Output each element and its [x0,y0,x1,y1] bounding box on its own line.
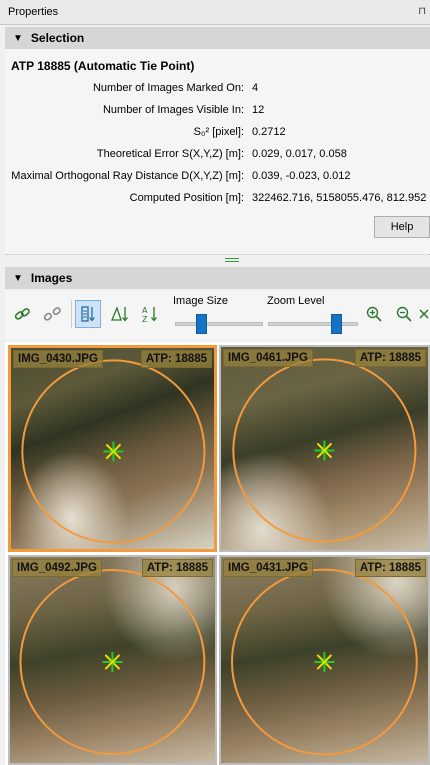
image-tile[interactable]: IMG_0492.JPG ATP: 18885 [8,555,217,765]
window-titlebar: Properties ⊓ [0,0,430,25]
splitter-grip-icon[interactable] [225,258,239,262]
prop-value: 0.2712 [252,126,286,138]
prop-value: 0.029, 0.017, 0.058 [252,148,347,160]
prop-row-images-visible: Number of Images Visible In: 12 [0,102,430,120]
prop-label: S₀² [pixel]: [193,126,244,138]
prop-row-max-ray-distance: Maximal Orthogonal Ray Distance D(X,Y,Z)… [0,168,430,186]
collapse-triangle-icon[interactable]: ▼ [13,33,23,44]
unlink-icon[interactable] [39,300,65,328]
help-button[interactable]: Help [374,216,430,238]
sort-alphabetical-icon[interactable]: AZ [137,300,163,328]
prop-label: Computed Position [m]: [129,192,244,204]
prop-row-images-marked: Number of Images Marked On: 4 [0,80,430,98]
image-size-label: Image Size [173,295,229,307]
zoom-in-icon[interactable] [361,300,387,328]
tie-point-marker-icon[interactable] [102,652,123,672]
zoom-level-label: Zoom Level [267,295,325,307]
panel-splitter[interactable] [5,254,430,263]
atp-label: ATP: 18885 [354,559,426,577]
sort-by-number-icon[interactable] [75,300,101,328]
image-tile[interactable]: IMG_0430.JPG ATP: 18885 [8,345,217,552]
image-grid: IMG_0430.JPG ATP: 18885 IMG_0461.JPG ATP… [5,342,430,765]
selection-section-header[interactable]: ▼ Selection [5,27,430,49]
image-name-label: IMG_0492.JPG [12,559,102,577]
link-icon[interactable] [9,300,35,328]
point-title: ATP 18885 (Automatic Tie Point) [11,59,195,73]
collapse-triangle-icon[interactable]: ▼ [13,273,23,284]
images-toolbar: AZ Image Size Zoom Level [5,290,430,340]
zoom-out-icon[interactable] [391,300,417,328]
tie-point-marker-icon[interactable] [314,652,335,672]
tie-point-overlay [19,569,206,755]
prop-row-s0: S₀² [pixel]: 0.2712 [0,124,430,142]
fit-icon[interactable] [417,300,430,328]
svg-text:A: A [142,306,148,315]
zoom-level-slider-thumb[interactable] [330,314,342,334]
image-name-label: IMG_0461.JPG [223,349,313,367]
prop-label: Number of Images Visible In: [102,104,244,116]
image-name-label: IMG_0431.JPG [223,559,313,577]
image-name-label: IMG_0430.JPG [13,350,103,368]
prop-label: Number of Images Marked On: [92,82,244,94]
prop-value: 4 [252,82,259,94]
tie-point-overlay [232,358,417,543]
tie-point-marker-icon[interactable] [314,440,335,461]
prop-row-theoretical-error: Theoretical Error S(X,Y,Z) [m]: 0.029, 0… [0,146,430,164]
prop-row-computed-position: Computed Position [m]: 322462.716, 51580… [0,190,430,208]
svg-text:Z: Z [142,315,148,324]
image-size-slider[interactable] [175,322,263,326]
prop-label: Theoretical Error S(X,Y,Z) [m]: [96,148,244,160]
prop-label: Maximal Orthogonal Ray Distance D(X,Y,Z)… [11,170,244,182]
prop-value: 12 [252,104,265,116]
images-header-label: Images [30,271,73,285]
images-section-header[interactable]: ▼ Images [5,267,430,289]
selection-header-label: Selection [30,31,85,45]
prop-value: 0.039, -0.023, 0.012 [252,170,351,182]
toolbar-separator [71,300,72,328]
atp-label: ATP: 18885 [140,350,212,368]
atp-label: ATP: 18885 [354,349,426,367]
atp-label: ATP: 18885 [141,559,213,577]
tie-point-overlay [21,359,206,544]
image-tile[interactable]: IMG_0431.JPG ATP: 18885 [219,555,430,765]
tie-point-marker-icon[interactable] [103,441,124,462]
pin-icon[interactable]: ⊓ [418,6,426,17]
window-title: Properties [8,6,59,18]
tie-point-overlay [230,568,418,756]
prop-value: 322462.716, 5158055.476, 812.952 [252,192,427,204]
zoom-level-slider[interactable] [268,322,358,326]
image-size-slider-thumb[interactable] [196,314,208,334]
image-tile[interactable]: IMG_0461.JPG ATP: 18885 [219,345,430,552]
sort-by-angle-icon[interactable] [107,300,133,328]
